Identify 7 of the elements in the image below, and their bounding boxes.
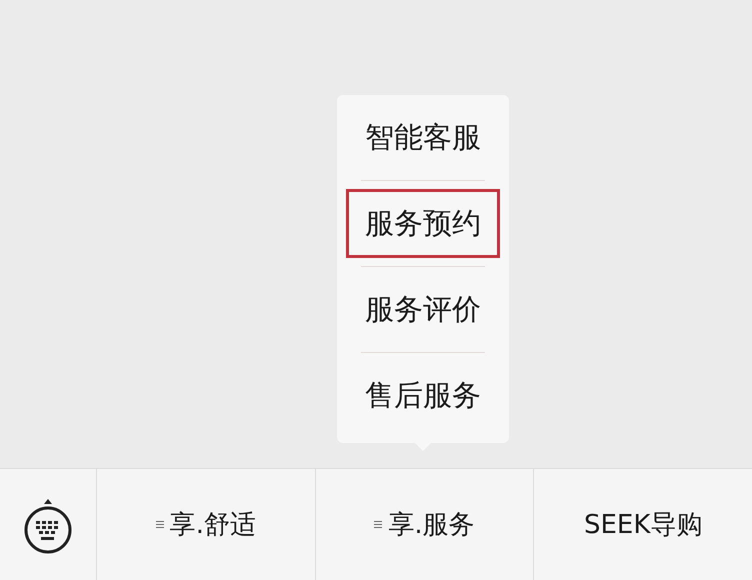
menu-bar-item[interactable]: 享.服务 <box>316 469 534 580</box>
menu-item[interactable]: 服务评价 <box>345 267 501 352</box>
menu-bar-item[interactable]: SEEK导购 <box>534 469 752 580</box>
menu-item[interactable]: 售后服务 <box>345 353 501 438</box>
menu-bar-item[interactable]: 享.舒适 <box>97 469 316 580</box>
menu-item[interactable]: 服务预约 <box>346 189 500 258</box>
menu-item[interactable]: 智能客服 <box>345 95 501 180</box>
